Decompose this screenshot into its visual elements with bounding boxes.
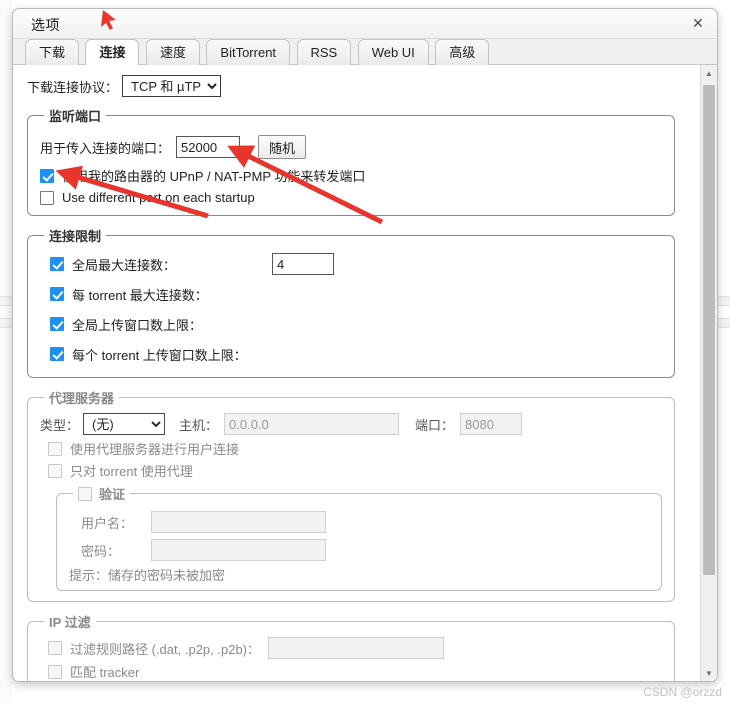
proxy-torrent-only-row[interactable]: 只对 torrent 使用代理 (40, 461, 662, 480)
proxy-torrent-only-checkbox[interactable] (48, 463, 62, 478)
tab-bar: 下载 连接 速度 BitTorrent RSS Web UI 高级 (13, 39, 717, 66)
ip-filter-legend: IP 过滤 (49, 615, 91, 630)
per-torrent-upload-slots-label: 每个 torrent 上传窗口数上限： (72, 347, 247, 363)
close-icon[interactable]: ✕ (687, 13, 709, 35)
proxy-type-select[interactable]: (无) (83, 413, 166, 435)
filter-path-label: 过滤规则路径 (.dat, .p2p, .p2b)： (70, 641, 261, 657)
random-startup-label: Use different port on each startup (62, 190, 255, 205)
proxy-host-input[interactable] (224, 413, 400, 435)
proxy-password-hint-row: 提示：储存的密码未被加密 (69, 565, 649, 584)
proxy-server-legend: 代理服务器 (49, 391, 115, 406)
tab-bittorrent[interactable]: BitTorrent (206, 39, 291, 65)
watermark: CSDN @orzzd (643, 685, 722, 699)
vertical-scrollbar[interactable]: ▲ ▼ (700, 65, 717, 681)
tab-rss[interactable]: RSS (296, 39, 352, 65)
per-torrent-upload-slots-checkbox[interactable] (50, 347, 64, 361)
tab-advanced[interactable]: 高级 (435, 39, 490, 65)
proxy-password-label: 密码： (81, 543, 121, 559)
limit-row[interactable]: 全局最大连接数： (40, 251, 662, 277)
per-torrent-max-connections-label: 每 torrent 最大连接数： (72, 287, 208, 303)
random-startup-row[interactable]: Use different port on each startup (40, 190, 662, 205)
protocol-label: 下载连接协议： (27, 79, 119, 95)
match-tracker-checkbox[interactable] (48, 664, 62, 679)
proxy-password-hint: 提示：储存的密码未被加密 (69, 568, 226, 583)
upnp-checkbox[interactable] (40, 168, 54, 183)
filter-path-row[interactable]: 过滤规则路径 (.dat, .p2p, .p2b)： (40, 637, 662, 659)
proxy-password-row: 密码： (81, 539, 649, 561)
connection-limits-group: 连接限制 全局最大连接数： 每 torrent 最大连接数： 全局上 (27, 226, 675, 378)
proxy-auth-checkbox[interactable] (78, 486, 92, 501)
connection-limits-legend: 连接限制 (49, 229, 102, 244)
page-title: 选项 (31, 17, 60, 33)
options-dialog: 选项 ✕ 下载 连接 速度 BitTorrent RSS Web UI 高级 下… (12, 8, 718, 682)
scroll-up-icon[interactable]: ▲ (701, 65, 717, 82)
proxy-username-label: 用户名： (81, 515, 134, 531)
tab-webui[interactable]: Web UI (357, 39, 429, 65)
proxy-auth-group: 验证 用户名： 密码： 提示：储存的密码未被加密 (56, 484, 662, 591)
proxy-type-label: 类型： (40, 417, 80, 433)
proxy-type-row: 类型： (无) 主机： 端口： (40, 413, 662, 435)
incoming-port-row: 用于传入连接的端口： 随机 (40, 135, 662, 159)
global-max-connections-label: 全局最大连接数： (72, 257, 177, 273)
protocol-select[interactable]: TCP 和 µTP (122, 75, 222, 97)
protocol-row: 下载连接协议： TCP 和 µTP (27, 75, 675, 97)
limit-row[interactable]: 全局上传窗口数上限： (40, 253, 662, 337)
connection-settings-pane: 下载连接协议： TCP 和 µTP 监听端口 用于传入连接的端口： 随机 使用我… (13, 64, 717, 681)
proxy-peer-label: 使用代理服务器进行用户连接 (70, 442, 240, 457)
match-tracker-row[interactable]: 匹配 tracker (40, 662, 662, 681)
per-torrent-upload-slots-input[interactable] (272, 253, 334, 275)
limit-row[interactable]: 每个 torrent 上传窗口数上限： (40, 253, 662, 367)
filter-path-input[interactable] (268, 637, 445, 659)
proxy-username-input[interactable] (151, 511, 326, 533)
global-upload-slots-label: 全局上传窗口数上限： (72, 317, 203, 333)
proxy-torrent-only-label: 只对 torrent 使用代理 (70, 464, 193, 479)
listening-port-group: 监听端口 用于传入连接的端口： 随机 使用我的路由器的 UPnP / NAT-P… (27, 106, 675, 216)
title-bar: 选项 ✕ (13, 9, 717, 39)
tab-downloads[interactable]: 下载 (25, 39, 80, 65)
match-tracker-label: 匹配 tracker (70, 665, 140, 680)
ip-filter-group: IP 过滤 过滤规则路径 (.dat, .p2p, .p2b)： 匹配 trac… (27, 612, 675, 681)
proxy-host-label: 主机： (179, 417, 219, 433)
per-torrent-max-connections-checkbox[interactable] (50, 287, 64, 301)
proxy-auth-legend: 验证 (73, 484, 130, 503)
proxy-password-input[interactable] (151, 539, 326, 561)
random-startup-checkbox[interactable] (40, 190, 54, 205)
proxy-peer-checkbox[interactable] (48, 441, 62, 456)
proxy-port-input[interactable] (460, 413, 523, 435)
proxy-username-row: 用户名： (81, 511, 649, 533)
scrollbar-thumb[interactable] (703, 85, 715, 575)
incoming-port-input[interactable] (176, 136, 241, 158)
backdrop-left-strip (0, 0, 12, 703)
proxy-server-group: 代理服务器 类型： (无) 主机： 端口： 使用代理服务器进行用户连接 (27, 388, 675, 602)
tab-speed[interactable]: 速度 (145, 39, 200, 65)
random-port-button[interactable]: 随机 (258, 135, 307, 159)
global-max-connections-checkbox[interactable] (50, 257, 64, 271)
incoming-port-label: 用于传入连接的端口： (40, 140, 171, 156)
proxy-port-label: 端口： (415, 417, 455, 433)
listening-port-legend: 监听端口 (49, 109, 102, 124)
proxy-peer-row[interactable]: 使用代理服务器进行用户连接 (40, 439, 662, 458)
upnp-label: 使用我的路由器的 UPnP / NAT-PMP 功能来转发端口 (62, 169, 366, 184)
proxy-auth-label: 验证 (99, 487, 126, 502)
filter-path-checkbox[interactable] (48, 641, 62, 655)
tab-connection[interactable]: 连接 (85, 39, 140, 66)
global-upload-slots-checkbox[interactable] (50, 317, 64, 331)
upnp-row[interactable]: 使用我的路由器的 UPnP / NAT-PMP 功能来转发端口 (40, 166, 662, 185)
limit-row[interactable]: 每 torrent 最大连接数： (40, 253, 662, 307)
